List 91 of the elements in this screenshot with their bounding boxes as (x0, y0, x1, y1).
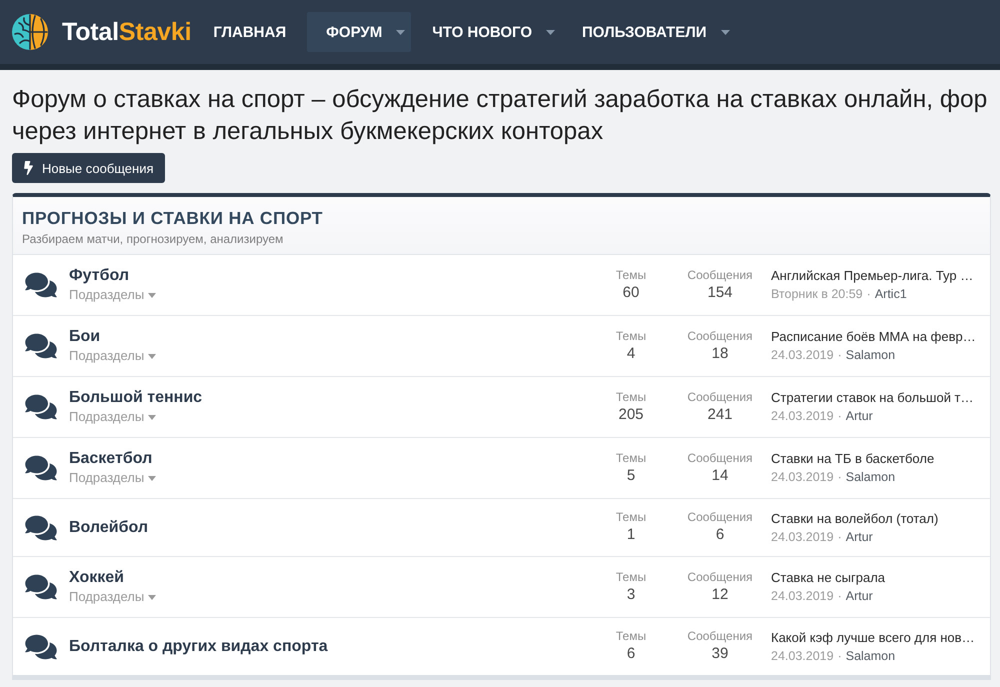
topics-label: Темы (616, 570, 646, 584)
messages-count: 12 (712, 584, 728, 604)
speech-bubbles-icon (25, 454, 57, 482)
topics-count: 1 (626, 525, 636, 545)
last-post-date: 24.03.2019 (771, 528, 834, 546)
messages-count: 14 (712, 466, 728, 486)
nav-tab[interactable]: ФОРУМ (307, 12, 412, 52)
last-post-title[interactable]: Стратегии ставок на большой т… (771, 389, 974, 407)
author-link[interactable]: Salamon (846, 646, 896, 664)
messages-label: Сообщения (687, 570, 753, 584)
topics-label: Темы (616, 450, 646, 466)
forum-title[interactable]: Волейбол (69, 518, 148, 538)
topics-label: Темы (616, 268, 646, 282)
caret-down-icon (148, 476, 156, 480)
forum-title[interactable]: Болталка о других видах спорта (69, 636, 328, 656)
topics-count: 205 (618, 404, 644, 424)
nav-tab[interactable]: ГЛАВНАЯ (194, 12, 306, 52)
forum-title[interactable]: Баскетбол (69, 449, 152, 469)
last-post-title[interactable]: Ставки на ТБ в баскетболе (771, 450, 934, 468)
category-title[interactable]: ПРОГНОЗЫ И СТАВКИ НА СПОРТ (22, 207, 323, 229)
topics-label: Темы (616, 510, 646, 525)
brain-ball-logo-icon (12, 14, 48, 50)
author-link[interactable]: Artur (846, 407, 873, 425)
messages-count: 241 (707, 404, 733, 424)
last-post-date: 24.03.2019 (771, 469, 834, 486)
last-post-date: 24.03.2019 (771, 408, 834, 425)
messages-count: 154 (707, 282, 733, 302)
author-link[interactable]: Artic1 (874, 285, 907, 303)
lightning-bolt-icon (24, 161, 33, 175)
last-post-date: Вторник в 20:59 (771, 286, 863, 303)
caret-down-icon (148, 594, 156, 600)
topics-count: 3 (626, 584, 636, 604)
site-logo-text[interactable]: TotalStavki (62, 18, 192, 46)
messages-count: 18 (712, 344, 728, 364)
last-post-title[interactable]: Какой кэф лучше всего для нов… (771, 628, 975, 646)
topics-label: Темы (616, 328, 646, 344)
caret-down-icon (148, 414, 156, 420)
topics-count: 5 (626, 466, 636, 486)
last-post-title[interactable]: Расписание боёв ММА на февр… (771, 328, 976, 346)
speech-bubbles-icon (25, 393, 57, 421)
messages-label: Сообщения (687, 450, 753, 466)
meta-separator: · (838, 528, 842, 546)
author-link[interactable]: Salamon (846, 468, 896, 486)
nav-tab[interactable]: ЧТО НОВОГО (413, 12, 561, 52)
last-post-date: 24.03.2019 (771, 648, 834, 664)
speech-bubbles-icon (25, 573, 57, 601)
messages-label: Сообщения (687, 390, 753, 404)
author-link[interactable]: Artur (846, 587, 873, 605)
messages-label: Сообщения (687, 268, 753, 282)
last-post-title[interactable]: Ставки на волейбол (тотал) (771, 510, 938, 528)
meta-separator: · (838, 469, 842, 486)
site-logo[interactable]: TotalStavki (12, 14, 192, 50)
forum-title[interactable]: Футбол (69, 266, 130, 286)
page-title-line: через интернет в легальных букмекерских конторах (12, 117, 604, 147)
topics-count: 6 (626, 644, 636, 664)
new-posts-button[interactable]: Новые сообщения (12, 153, 165, 183)
nav-tab[interactable]: ПОЛЬЗОВАТЕЛИ (563, 12, 736, 52)
topics-count: 60 (622, 282, 640, 302)
meta-separator: · (838, 648, 842, 664)
caret-down-icon (148, 292, 156, 298)
messages-label: Сообщения (687, 510, 753, 525)
caret-down-icon (546, 30, 555, 34)
last-post-title[interactable]: Английская Премьер-лига. Тур … (771, 267, 974, 285)
last-post-title[interactable]: Ставка не сыграла (771, 569, 886, 587)
topics-count: 4 (626, 344, 636, 364)
meta-separator: · (838, 347, 842, 364)
meta-separator: · (838, 588, 842, 605)
speech-bubbles-icon (25, 632, 57, 660)
page-title-line: Форум о ставках на спорт – обсуждение стратегий заработка на ставках онлайн, фор (12, 85, 988, 115)
topics-label: Темы (616, 390, 646, 404)
forum-title[interactable]: Большой теннис (69, 388, 202, 408)
forum-title[interactable]: Хоккей (69, 568, 124, 588)
caret-down-icon (720, 30, 730, 34)
last-post-date: 24.03.2019 (771, 588, 834, 605)
messages-label: Сообщения (687, 629, 753, 644)
speech-bubbles-icon (25, 332, 57, 360)
speech-bubbles-icon (25, 271, 57, 299)
messages-label: Сообщения (687, 328, 753, 344)
caret-down-icon (396, 30, 406, 34)
topics-label: Темы (616, 629, 646, 644)
meta-separator: · (838, 408, 842, 425)
forum-title[interactable]: Бои (69, 327, 100, 347)
category-description: Разбираем матчи, прогнозируем, анализируем (22, 231, 284, 247)
messages-count: 39 (712, 644, 728, 664)
meta-separator: · (866, 286, 871, 303)
caret-down-icon (148, 354, 156, 358)
speech-bubbles-icon (25, 514, 57, 542)
last-post-date: 24.03.2019 (771, 347, 834, 364)
messages-count: 6 (716, 525, 724, 545)
author-link[interactable]: Artur (846, 528, 873, 546)
author-link[interactable]: Salamon (846, 346, 896, 364)
